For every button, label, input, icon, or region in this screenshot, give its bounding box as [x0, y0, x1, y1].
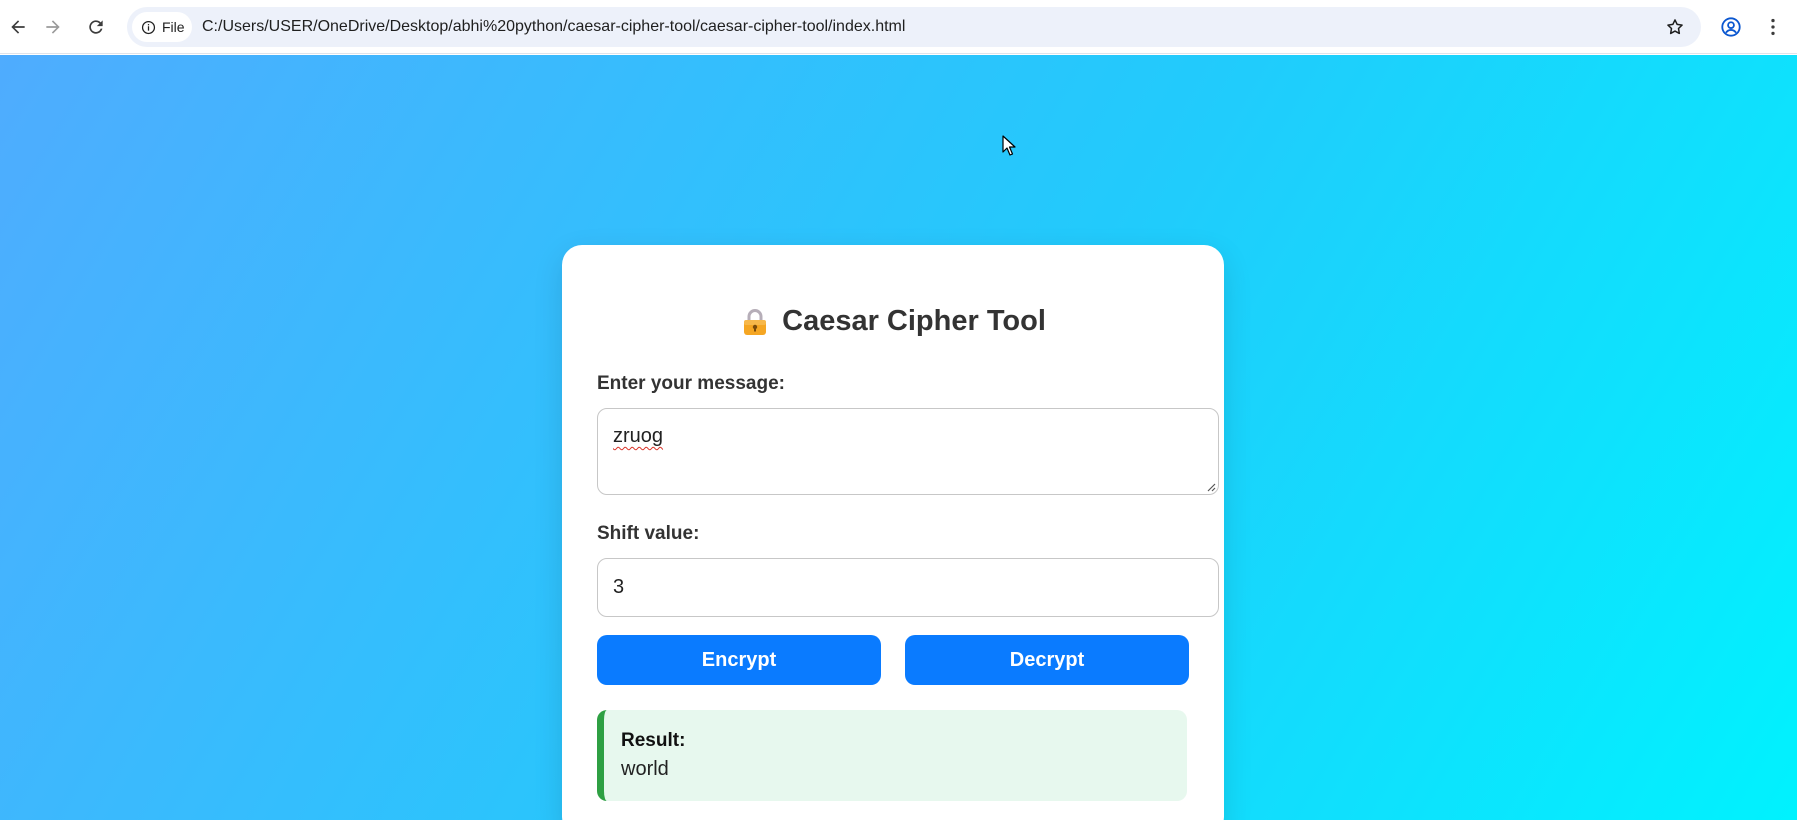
title-text: Caesar Cipher Tool	[782, 305, 1046, 337]
bookmark-button[interactable]	[1663, 15, 1687, 39]
page-title: Caesar Cipher Tool	[562, 305, 1224, 338]
site-info-chip[interactable]: File	[132, 12, 192, 42]
decrypt-button[interactable]: Decrypt	[905, 635, 1189, 685]
site-chip-label: File	[162, 19, 185, 35]
address-bar[interactable]: File C:/Users/USER/OneDrive/Desktop/abhi…	[127, 7, 1701, 47]
result-box: Result: world	[597, 710, 1187, 801]
forward-arrow-icon	[46, 20, 60, 34]
shift-input[interactable]: 3	[597, 558, 1219, 617]
more-vert-icon	[1771, 18, 1775, 36]
reload-button[interactable]	[78, 9, 114, 45]
resize-handle-icon[interactable]	[1206, 482, 1216, 492]
info-icon	[141, 20, 156, 34]
back-button[interactable]	[0, 9, 36, 45]
result-label: Result:	[621, 730, 686, 751]
profile-button[interactable]	[1715, 11, 1747, 43]
lock-icon	[744, 308, 767, 335]
result-value: world	[621, 758, 669, 780]
url-text[interactable]: C:/Users/USER/OneDrive/Desktop/abhi%20py…	[202, 7, 905, 47]
message-textarea[interactable]: zruog	[597, 408, 1219, 495]
star-icon	[1667, 19, 1683, 35]
reload-icon	[89, 20, 103, 34]
menu-button[interactable]	[1757, 11, 1789, 43]
cipher-card: Caesar Cipher Tool Enter your message: z…	[562, 245, 1224, 820]
message-label: Enter your message:	[597, 373, 785, 394]
forward-button[interactable]	[35, 9, 71, 45]
mouse-cursor-icon	[1002, 135, 1016, 156]
shift-label: Shift value:	[597, 523, 700, 544]
back-arrow-icon	[11, 20, 25, 34]
page-background: Caesar Cipher Tool Enter your message: z…	[0, 55, 1797, 820]
encrypt-button[interactable]: Encrypt	[597, 635, 881, 685]
message-text: zruog	[613, 425, 664, 447]
profile-icon	[1721, 17, 1741, 37]
browser-toolbar: File C:/Users/USER/OneDrive/Desktop/abhi…	[0, 0, 1797, 54]
